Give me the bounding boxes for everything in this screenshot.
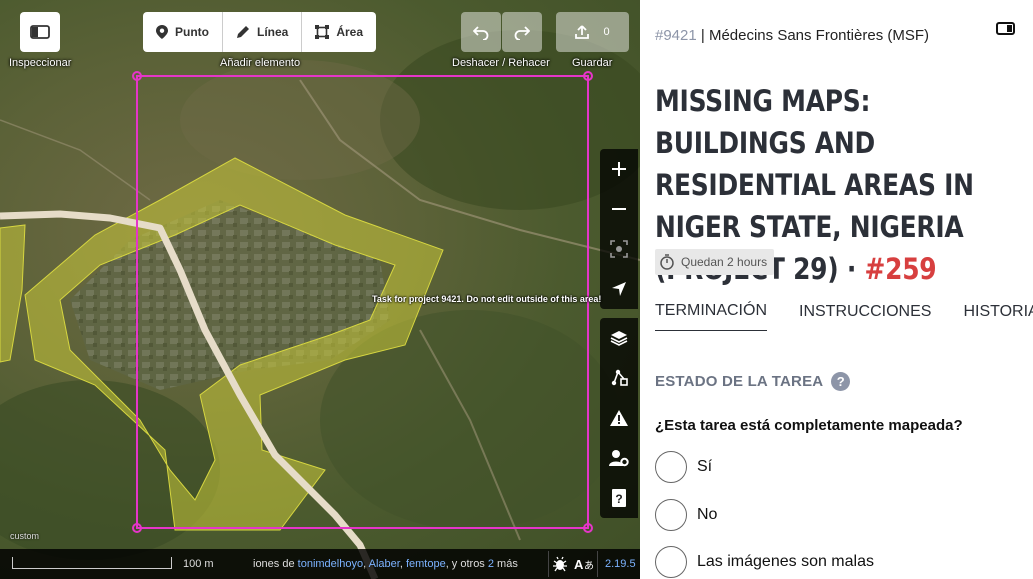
- minus-icon: [612, 208, 626, 210]
- redo-icon: [514, 26, 530, 40]
- svg-text:?: ?: [615, 492, 622, 506]
- svg-text:A: A: [574, 557, 584, 572]
- focus-icon: [610, 240, 628, 258]
- zoom-in-button[interactable]: [600, 149, 638, 189]
- bug-icon[interactable]: [552, 556, 568, 572]
- mapped-question: ¿Esta tarea está completamente mapeada?: [655, 417, 963, 434]
- scale-bar[interactable]: [12, 557, 172, 569]
- version-link[interactable]: 2.19.5: [605, 558, 636, 570]
- add-line-label: Línea: [257, 25, 289, 39]
- issues-button[interactable]: [600, 398, 638, 438]
- contributor-link[interactable]: tonimdelhoyo: [298, 558, 363, 570]
- save-label: Guardar: [572, 57, 613, 69]
- organisation-name: | Médecins Sans Frontières (MSF): [696, 27, 930, 44]
- inspect-button[interactable]: [20, 12, 60, 52]
- geolocate-button[interactable]: [600, 269, 638, 309]
- add-feature-label: Añadir elemento: [220, 57, 301, 69]
- app-window: Inspeccionar Punto Línea Área Añadir ele…: [0, 0, 1033, 579]
- warning-icon: [610, 410, 628, 426]
- zoom-controls: [600, 149, 638, 309]
- sidebar-toggle-icon: [30, 25, 50, 39]
- option-yes-label: Sí: [697, 458, 713, 475]
- undo-icon: [473, 26, 489, 40]
- tab-history-label: HISTORIAL: [963, 302, 1033, 320]
- tab-instructions[interactable]: INSTRUCCIONES: [799, 302, 931, 331]
- contributor-link[interactable]: femtope: [406, 558, 446, 570]
- attribution-prefix: iones de: [253, 558, 298, 570]
- task-panel: #9421 | Médecins Sans Frontières (MSF) M…: [640, 0, 1033, 579]
- option-bad-imagery[interactable]: Las imágenes son malas: [655, 546, 874, 578]
- user-settings-icon: [609, 450, 629, 467]
- save-button[interactable]: 0: [556, 12, 629, 52]
- attribution-suffix: más: [494, 558, 518, 570]
- help-button[interactable]: ?: [600, 478, 638, 518]
- contributors-attribution: iones de tonimdelhoyo, Alaber, femtope, …: [253, 558, 518, 570]
- add-line-button[interactable]: Línea: [223, 12, 303, 52]
- option-yes[interactable]: Sí: [655, 451, 712, 483]
- time-remaining-badge: Quedan 2 hours: [655, 249, 775, 275]
- upload-icon: [575, 25, 590, 39]
- panel-controls: ?: [600, 318, 638, 518]
- add-area-button[interactable]: Área: [302, 12, 376, 52]
- add-point-button[interactable]: Punto: [143, 12, 223, 52]
- add-feature-group: Punto Línea Área: [143, 12, 377, 52]
- add-point-label: Punto: [175, 25, 209, 39]
- help-book-icon: ?: [612, 489, 626, 507]
- svg-text:あ: あ: [584, 560, 594, 572]
- background-layers-button[interactable]: [600, 318, 638, 358]
- preferences-button[interactable]: [600, 438, 638, 478]
- project-id-link[interactable]: #9421: [655, 27, 697, 44]
- task-status-heading: ESTADO DE LA TAREA ?: [655, 372, 851, 391]
- radio-bad-imagery[interactable]: [655, 546, 687, 578]
- option-no-label: No: [697, 506, 718, 523]
- inspect-label: Inspeccionar: [9, 57, 72, 69]
- stopwatch-icon: [660, 254, 674, 270]
- resize-panel-icon[interactable]: [996, 22, 1015, 35]
- zoom-out-button[interactable]: [600, 189, 638, 229]
- add-area-label: Área: [336, 25, 364, 39]
- option-no[interactable]: No: [655, 499, 717, 531]
- radio-yes[interactable]: [655, 451, 687, 483]
- area-icon: [315, 25, 330, 39]
- map-data-button[interactable]: [600, 358, 638, 398]
- tab-completion[interactable]: TERMINACIÓN: [655, 302, 767, 331]
- question-mark-icon[interactable]: ?: [831, 372, 851, 391]
- map-canvas[interactable]: Inspeccionar Punto Línea Área Añadir ele…: [0, 0, 640, 579]
- location-arrow-icon: [612, 282, 626, 296]
- radio-no[interactable]: [655, 499, 687, 531]
- contributor-link[interactable]: Alaber: [369, 558, 400, 570]
- tab-instructions-label: INSTRUCCIONES: [799, 302, 932, 320]
- attribution-others-text: , y otros: [445, 558, 488, 570]
- scale-label: 100 m: [183, 558, 214, 570]
- time-remaining-text: Quedan 2 hours: [681, 255, 768, 269]
- plus-icon: [612, 162, 626, 176]
- task-status-heading-text: ESTADO DE LA TAREA: [655, 373, 824, 390]
- satellite-imagery: [0, 30, 640, 579]
- redo-button[interactable]: [502, 12, 542, 52]
- zoom-to-selection-button[interactable]: [600, 229, 638, 269]
- undo-redo-label: Deshacer / Rehacer: [452, 57, 550, 69]
- imagery-source-label: custom: [10, 531, 40, 541]
- undo-button[interactable]: [461, 12, 501, 52]
- tab-history[interactable]: HISTORIAL4: [963, 302, 1033, 331]
- project-organisation: #9421 | Médecins Sans Frontières (MSF): [655, 26, 985, 45]
- task-number: #259: [864, 252, 937, 286]
- map-pin-icon: [156, 25, 168, 39]
- panel-tabs: TERMINACIÓN INSTRUCCIONES HISTORIAL4: [655, 302, 1033, 331]
- tab-completion-label: TERMINACIÓN: [655, 302, 767, 319]
- option-bad-imagery-label: Las imágenes son malas: [697, 553, 874, 570]
- task-boundary-tooltip: Task for project 9421. Do not edit outsi…: [372, 294, 602, 304]
- pen-icon: [237, 26, 249, 38]
- layers-icon: [610, 331, 628, 346]
- translate-icon[interactable]: Aあ: [574, 556, 594, 572]
- save-count: 0: [603, 26, 610, 38]
- footer-tools: Aあ: [548, 551, 598, 577]
- map-data-icon: [611, 369, 628, 386]
